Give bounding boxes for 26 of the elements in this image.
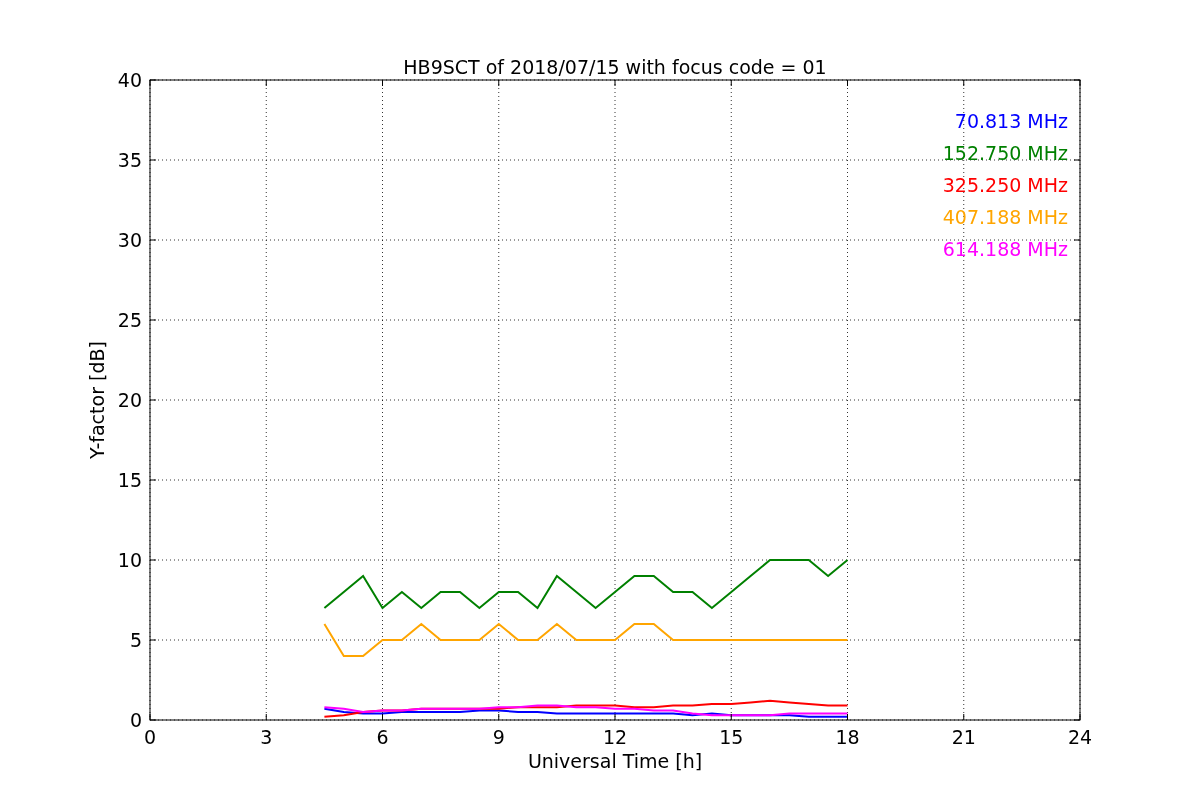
legend-label: 407.188 MHz bbox=[942, 206, 1068, 228]
y-tick-label: 25 bbox=[117, 309, 142, 331]
x-tick-label: 3 bbox=[260, 726, 273, 748]
y-tick-label: 0 bbox=[129, 709, 142, 731]
y-tick-label: 5 bbox=[129, 629, 142, 651]
chart-title: HB9SCT of 2018/07/15 with focus code = 01 bbox=[403, 56, 827, 78]
legend-label: 325.250 MHz bbox=[942, 174, 1068, 196]
y-tick-label: 20 bbox=[117, 389, 142, 411]
y-tick-label: 15 bbox=[117, 469, 142, 491]
y-axis-label: Y-factor [dB] bbox=[86, 341, 108, 459]
legend-label: 152.750 MHz bbox=[942, 142, 1068, 164]
x-tick-label: 15 bbox=[719, 726, 744, 748]
x-tick-label: 0 bbox=[143, 726, 157, 748]
y-tick-label: 30 bbox=[117, 229, 142, 251]
y-tick-label: 35 bbox=[117, 149, 142, 171]
x-tick-label: 21 bbox=[951, 726, 976, 748]
x-tick-label: 9 bbox=[492, 726, 505, 748]
x-tick-label: 18 bbox=[835, 726, 860, 748]
x-tick-label: 24 bbox=[1067, 726, 1093, 748]
y-tick-label: 10 bbox=[117, 549, 142, 571]
x-tick-label: 6 bbox=[376, 726, 389, 748]
y-tick-label: 40 bbox=[117, 69, 142, 91]
legend-label: 70.813 MHz bbox=[954, 110, 1068, 132]
legend-label: 614.188 MHz bbox=[942, 238, 1068, 260]
x-tick-label: 12 bbox=[602, 726, 628, 748]
x-axis-label: Universal Time [h] bbox=[527, 750, 703, 772]
